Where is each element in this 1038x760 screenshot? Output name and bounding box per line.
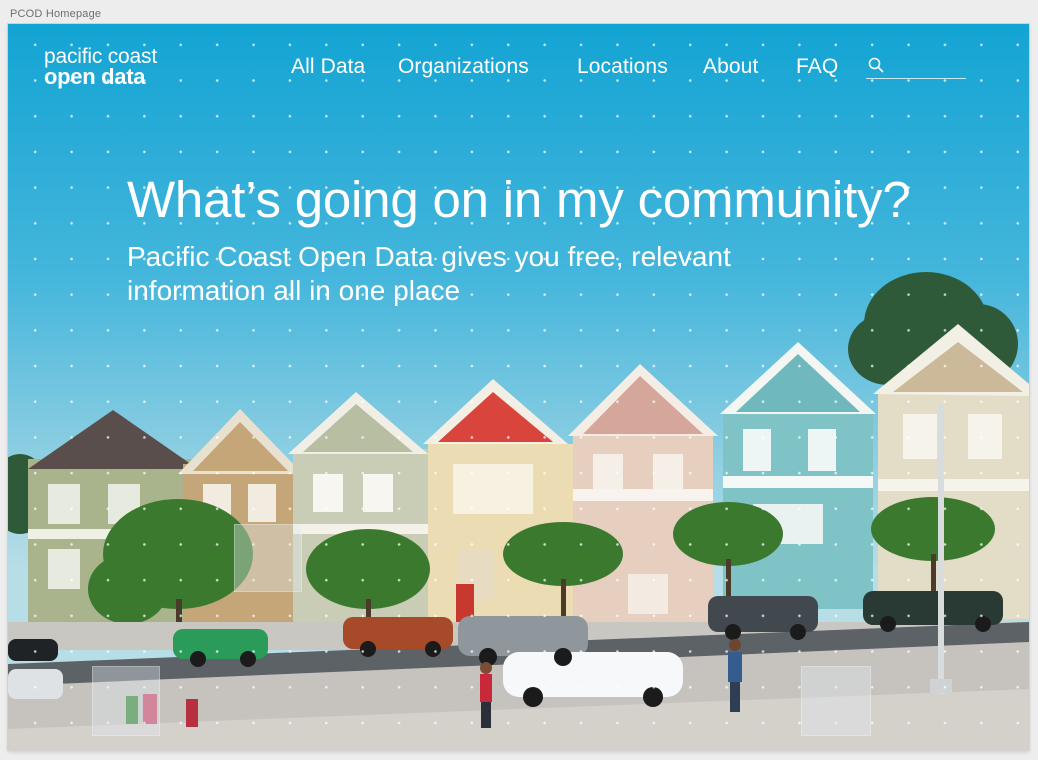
overlay-panel [92,666,160,736]
search-input[interactable] [888,56,968,78]
nav-all-data[interactable]: All Data [291,55,365,79]
hero-background-photo [8,24,1029,750]
homepage-canvas: pacific coast open data All Data Organiz… [8,24,1029,750]
logo[interactable]: pacific coast open data [44,46,157,88]
app-title: PCOD Homepage [10,8,102,20]
nav-organizations[interactable]: Organizations [398,55,529,79]
logo-line-2: open data [44,64,146,89]
overlay-panel [234,524,302,592]
nav-about[interactable]: About [703,55,758,79]
hero-subheadline: Pacific Coast Open Data gives you free, … [127,241,731,306]
nav-locations[interactable]: Locations [577,55,668,79]
nav-faq[interactable]: FAQ [796,55,838,79]
hero-headline: What’s going on in my community? [127,171,911,228]
search-box[interactable] [866,56,968,79]
overlay-panel [801,666,871,736]
search-icon[interactable] [868,57,884,73]
